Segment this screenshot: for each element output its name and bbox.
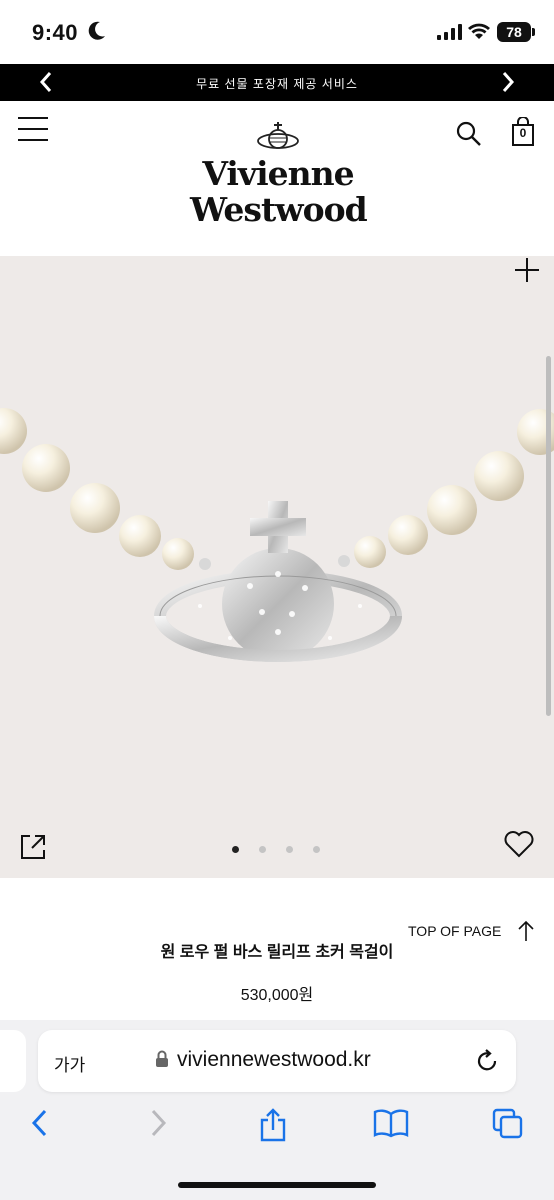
orb-logo-icon[interactable] [256, 121, 300, 158]
battery-tip [532, 28, 535, 36]
lock-icon [155, 1050, 169, 1073]
carousel-dot[interactable] [313, 846, 320, 853]
carousel-dot[interactable] [286, 846, 293, 853]
previous-tab-edge[interactable] [0, 1030, 26, 1092]
battery-level: 78 [497, 22, 531, 42]
plus-icon[interactable] [513, 256, 541, 289]
top-of-page-link[interactable]: TOP OF PAGE [408, 923, 501, 939]
bag-count: 0 [519, 126, 527, 140]
scrollbar[interactable] [546, 356, 551, 716]
url-text[interactable]: viviennewestwood.kr [177, 1048, 371, 1072]
status-time: 9:40 [32, 20, 79, 45]
home-indicator[interactable] [178, 1182, 376, 1188]
browser-toolbar: 가가 viviennewestwood.kr [0, 1020, 554, 1200]
moon-icon [88, 21, 106, 46]
wifi-icon [467, 22, 491, 45]
bag-button[interactable]: 0 [511, 116, 535, 147]
tabs-icon[interactable] [492, 1108, 524, 1145]
chevron-right-icon[interactable] [500, 71, 516, 98]
carousel-dot[interactable] [232, 846, 239, 853]
promo-banner: 무료 선물 포장재 제공 서비스 [0, 64, 554, 101]
site-header: Vivienne Westwood 0 [0, 101, 554, 256]
back-icon[interactable] [30, 1108, 50, 1143]
signal-icon [437, 24, 463, 45]
share-icon[interactable] [20, 834, 46, 865]
text-size-button[interactable]: 가가 [54, 1051, 85, 1076]
share-sheet-icon[interactable] [259, 1108, 287, 1147]
product-info: TOP OF PAGE 원 로우 펄 바스 릴리프 초커 목걸이 530,000… [0, 878, 554, 1023]
brand-line-2: Westwood [190, 190, 368, 229]
carousel-dot[interactable] [259, 846, 266, 853]
brand-line-1: Vivienne [202, 154, 354, 193]
product-name: 원 로우 펄 바스 릴리프 초커 목걸이 [160, 944, 394, 961]
product-gallery[interactable] [0, 256, 554, 878]
address-bar[interactable]: 가가 viviennewestwood.kr [38, 1030, 516, 1092]
brand-wordmark[interactable]: Vivienne Westwood [190, 154, 368, 229]
menu-icon[interactable] [18, 117, 48, 145]
carousel-dots[interactable] [232, 846, 324, 856]
bookmarks-icon[interactable] [373, 1108, 409, 1143]
search-icon[interactable] [456, 121, 482, 152]
product-image [0, 408, 554, 662]
browser-nav [0, 1108, 554, 1148]
reload-icon[interactable] [476, 1048, 498, 1077]
status-bar: 9:40 78 [0, 0, 554, 64]
promo-text: 무료 선물 포장재 제공 서비스 [196, 77, 358, 91]
heart-icon[interactable] [504, 830, 534, 863]
forward-icon[interactable] [148, 1108, 168, 1143]
product-price: 530,000원 [240, 987, 314, 1004]
